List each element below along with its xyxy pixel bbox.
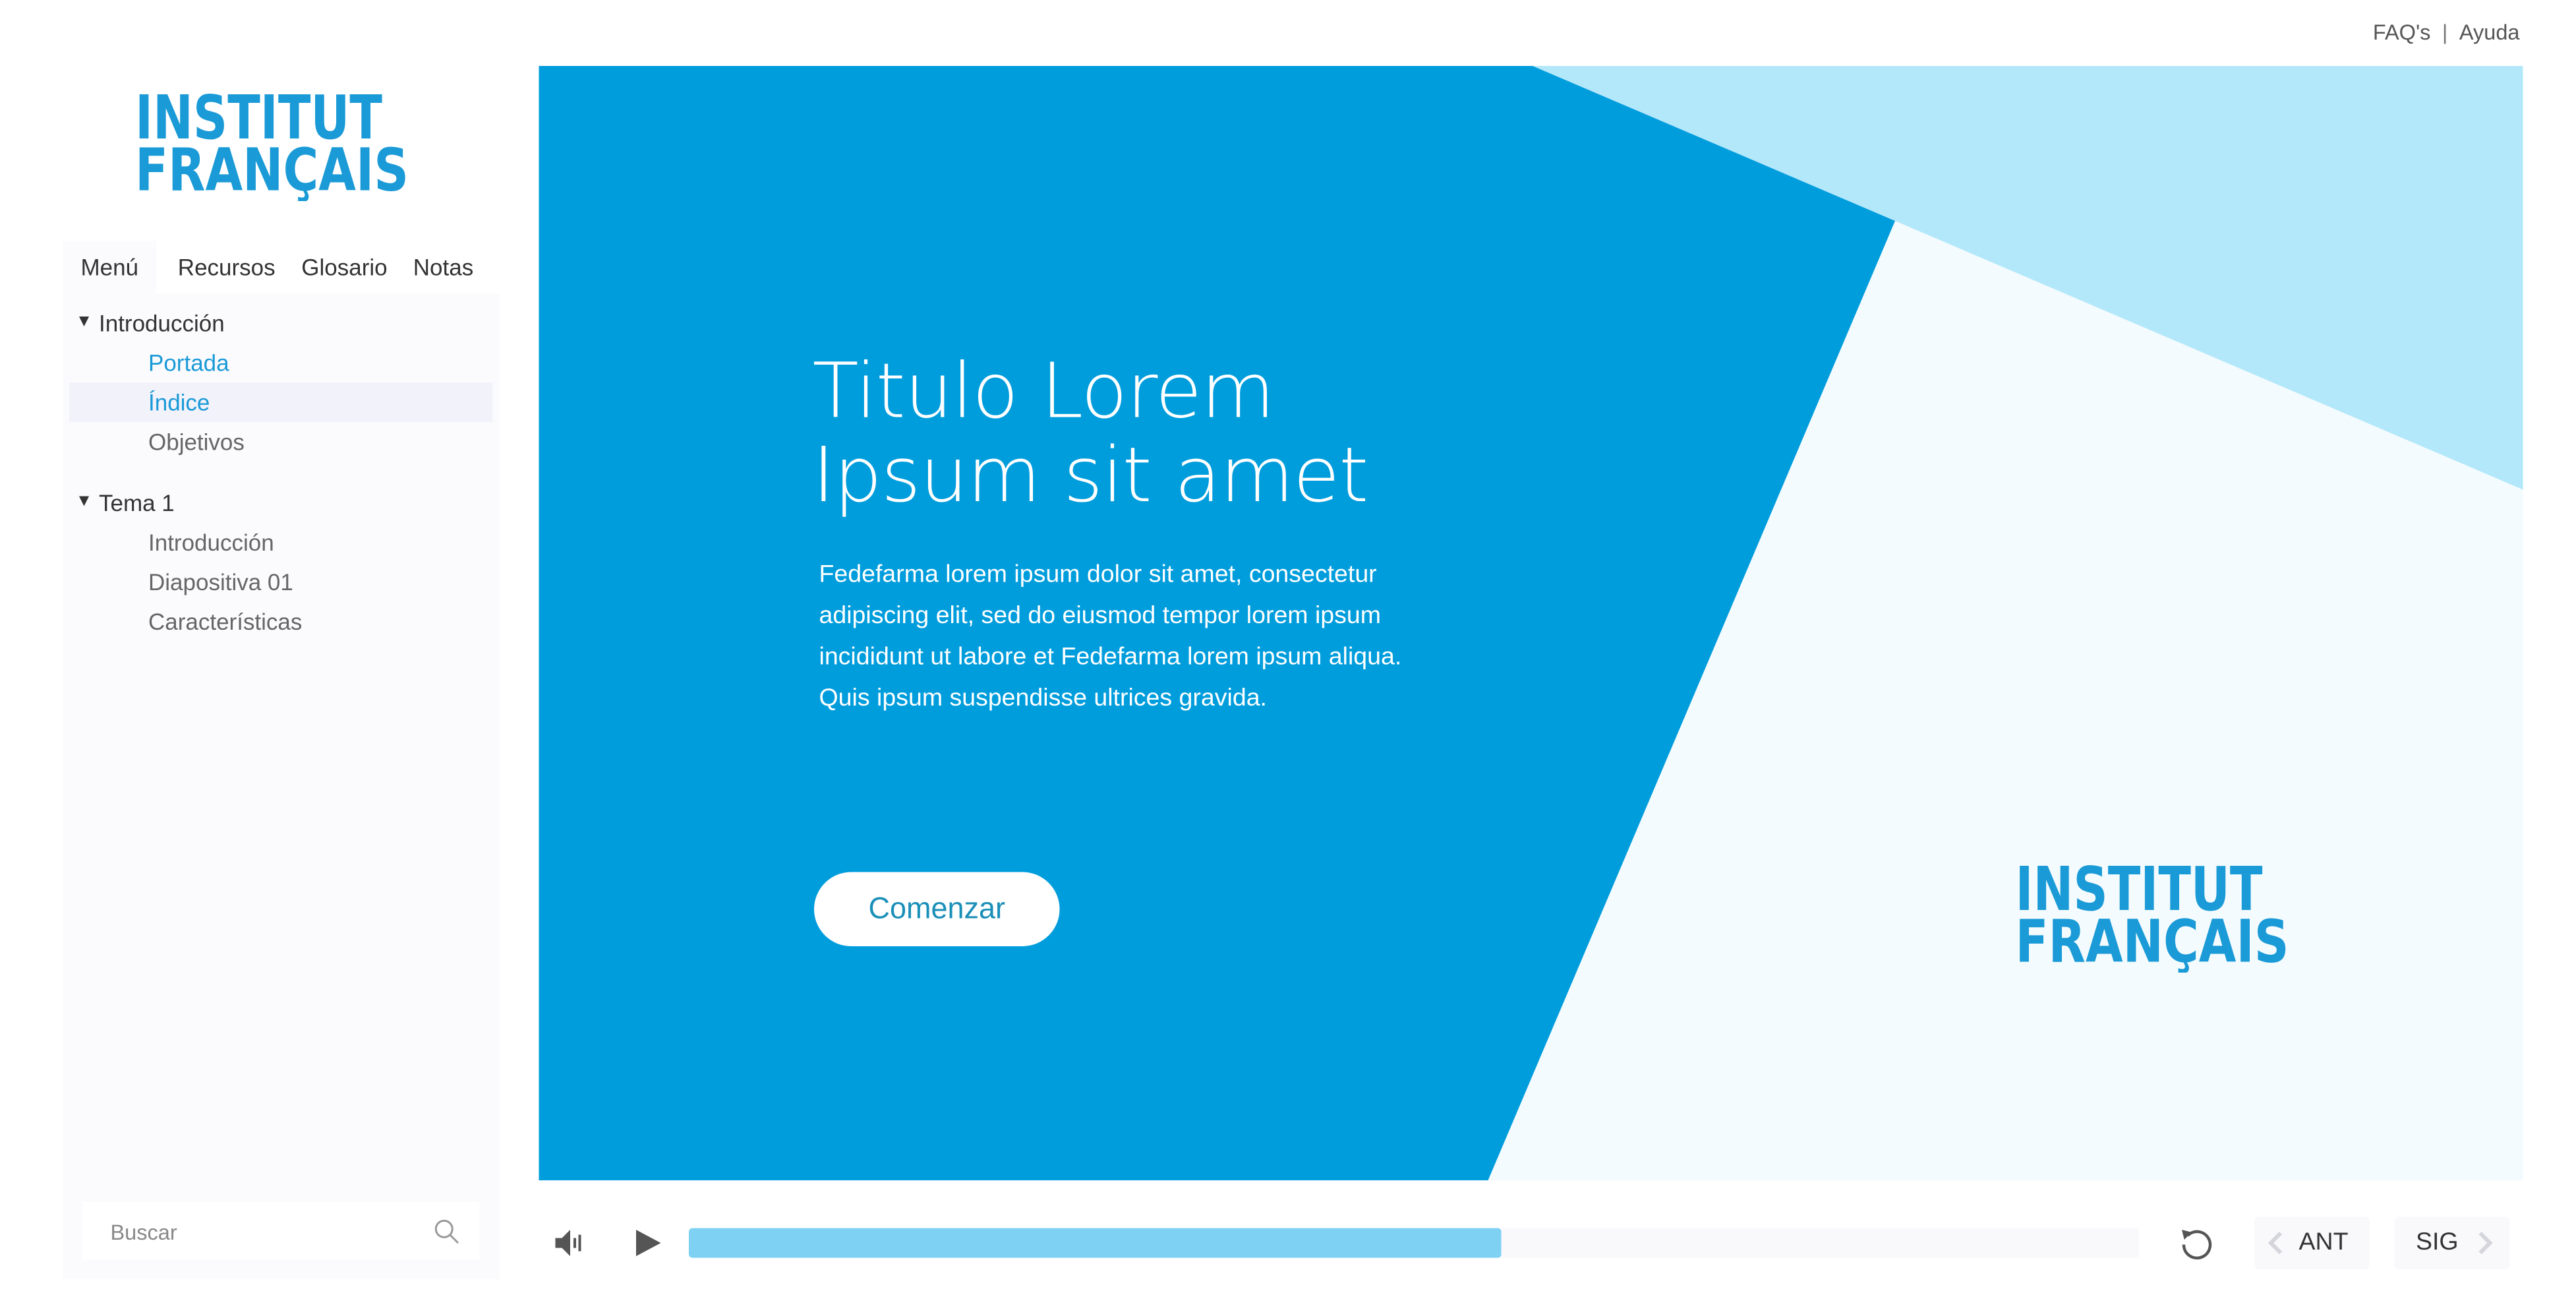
search-icon[interactable] [434,1219,460,1245]
slide-brand-logo: INSTITUT FRANÇAIS [2016,847,2296,977]
svg-text:FRANÇAIS: FRANÇAIS [135,136,409,201]
faq-link[interactable]: FAQ's [2373,20,2431,45]
prev-button[interactable]: ANT [2254,1217,2370,1269]
sidebar-tabs: Menú Recursos Glosario Notas [63,241,500,293]
tab-notes[interactable]: Notas [392,241,494,293]
tree-item-indice[interactable]: Índice [69,382,493,422]
chevron-right-icon [2478,1231,2493,1255]
svg-text:FRANÇAIS: FRANÇAIS [2016,907,2289,973]
tree-item-portada[interactable]: Portada [69,343,493,382]
slide-canvas: Titulo Lorem Ipsum sit amet Fedefarma lo… [539,66,2523,1180]
institut-francais-logo: INSTITUT FRANÇAIS [135,83,409,201]
next-label: SIG [2416,1228,2459,1257]
progress-fill [689,1228,1501,1258]
search-input[interactable] [82,1201,444,1263]
slide-body-text: Fedefarma lorem ipsum dolor sit amet, co… [819,560,1402,712]
tree-group-label: Introducción [99,310,225,336]
next-button[interactable]: SIG [2394,1217,2510,1269]
tree-item-caracteristicas[interactable]: Características [69,602,493,642]
search-box [82,1201,480,1263]
start-button[interactable]: Comenzar [814,872,1060,946]
chevron-left-icon [2268,1231,2283,1255]
institut-francais-logo: INSTITUT FRANÇAIS [2016,855,2289,977]
slide-title: Titulo Lorem Ipsum sit amet [813,349,1505,518]
tab-resources[interactable]: Recursos [157,241,297,293]
brand-logo: INSTITUT FRANÇAIS [135,76,415,201]
caret-down-icon [79,317,89,326]
tab-glossary[interactable]: Glosario [297,241,392,293]
tree-group-label: Tema 1 [99,489,175,516]
tree-group-tema-1[interactable]: Tema 1 [79,490,175,516]
play-icon[interactable] [631,1226,664,1259]
top-links: FAQ's | Ayuda [2373,20,2520,45]
slide-title-line-2: Ipsum sit amet [812,430,1369,520]
sidebar: Menú Recursos Glosario Notas Introducció… [63,241,500,1279]
help-link[interactable]: Ayuda [2459,20,2520,45]
tree-item-objetivos[interactable]: Objetivos [69,422,493,462]
volume-icon[interactable] [552,1226,585,1259]
progress-bar[interactable] [689,1228,2139,1258]
tree-item-diapositiva-01[interactable]: Diapositiva 01 [69,562,493,602]
link-separator: | [2442,20,2448,45]
prev-label: ANT [2298,1228,2349,1257]
tab-menu[interactable]: Menú [63,241,157,293]
player-controls: ANT SIG [539,1203,2523,1279]
slide-title-line-1: Titulo Lorem [812,346,1275,435]
tree-item-introduccion[interactable]: Introducción [69,523,493,562]
replay-icon[interactable] [2177,1223,2217,1263]
tree-group-introduction[interactable]: Introducción [79,310,225,336]
caret-down-icon [79,496,89,506]
